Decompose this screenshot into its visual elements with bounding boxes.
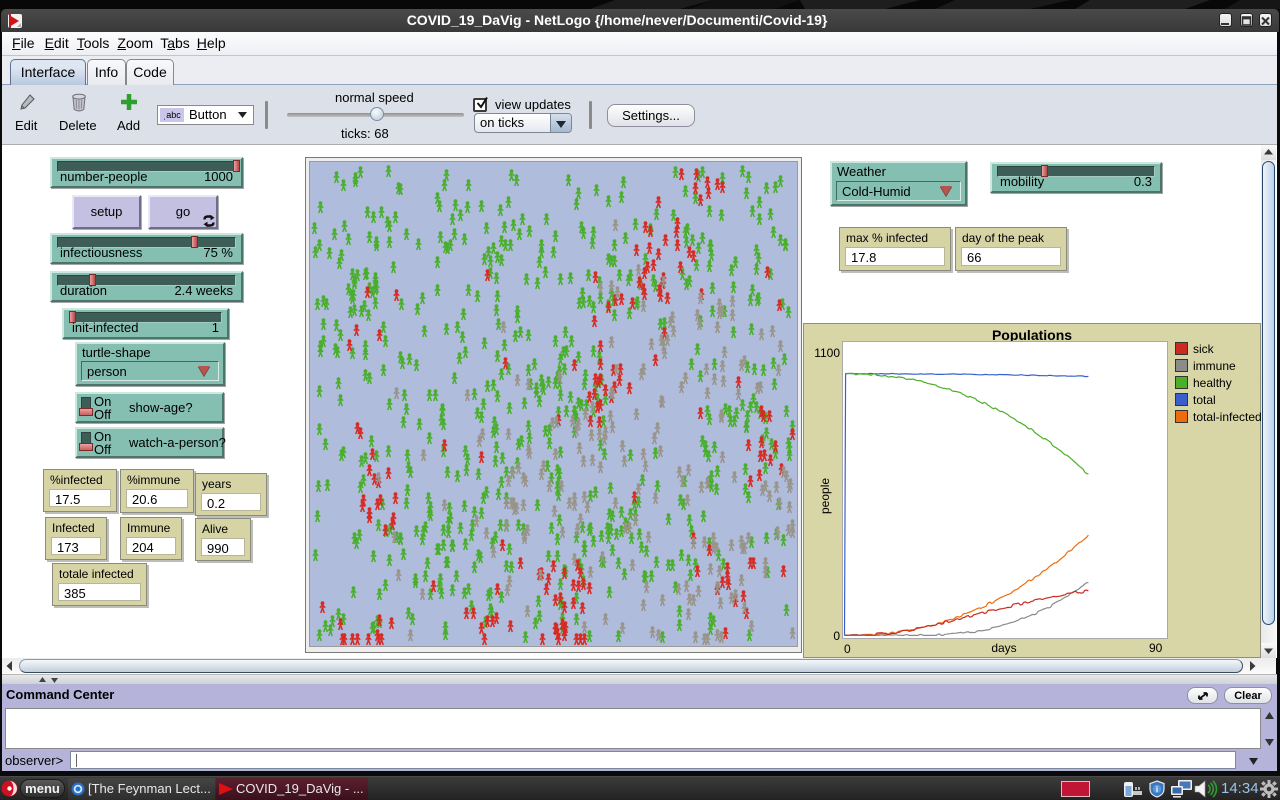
svg-text:i: i (1156, 785, 1158, 794)
